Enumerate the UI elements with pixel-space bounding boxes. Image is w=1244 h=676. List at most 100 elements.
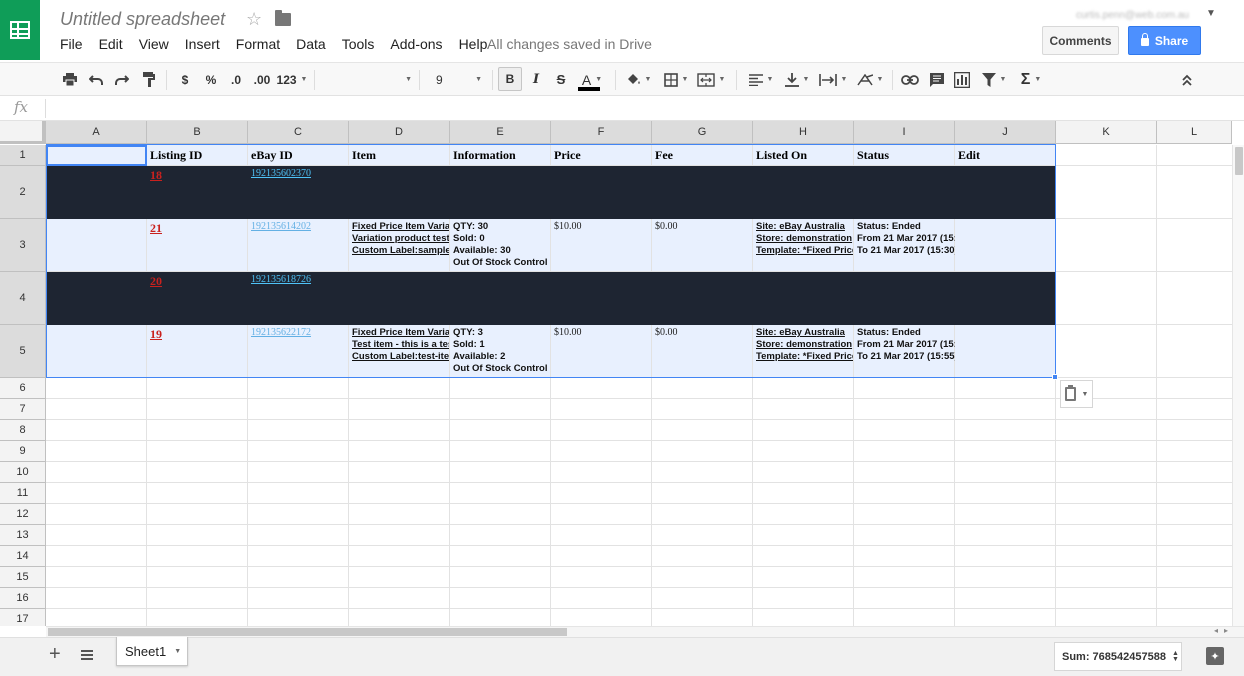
price-cell[interactable]: $10.00 — [551, 325, 652, 378]
font-size-dropdown[interactable]: 9 ▼ — [426, 63, 486, 96]
share-button[interactable]: Share — [1128, 26, 1201, 55]
column-header-k[interactable]: K — [1056, 121, 1157, 144]
functions-button[interactable]: Σ ▼ — [1014, 63, 1048, 96]
ebay-id-link[interactable]: 192135618726 — [248, 272, 349, 325]
row-header-9[interactable]: 9 — [0, 441, 46, 462]
ebay-id-link[interactable]: 192135602370 — [248, 166, 349, 219]
menu-insert[interactable]: Insert — [185, 36, 220, 52]
empty-cells-area[interactable] — [46, 378, 1232, 626]
cell-d1[interactable]: Item — [349, 145, 450, 166]
horizontal-scroll-thumb[interactable] — [48, 628, 567, 636]
chevron-down-icon[interactable]: ▼ — [174, 648, 181, 655]
text-color-button[interactable]: A ▼ — [576, 63, 608, 96]
menu-tools[interactable]: Tools — [342, 36, 375, 52]
row-header-4[interactable]: 4 — [0, 272, 46, 325]
sum-indicator[interactable]: Sum: 768542457588 ▲ ▼ — [1054, 642, 1182, 671]
information-cell[interactable]: QTY: 30 Sold: 0 Available: 30 Out Of Sto… — [450, 219, 551, 272]
row-header-16[interactable]: 16 — [0, 588, 46, 609]
column-header-j[interactable]: J — [955, 121, 1056, 144]
status-cell[interactable]: Status: Ended From 21 Mar 2017 (15:39) T… — [854, 325, 971, 378]
paint-format-icon[interactable] — [139, 63, 159, 96]
italic-button[interactable]: I — [527, 63, 545, 96]
listed-on-cell[interactable]: Site: eBay Australia Store: demonstratio… — [753, 219, 854, 272]
text-rotation-button[interactable]: ▼ — [853, 63, 887, 96]
increase-decimal-button[interactable]: .00 — [251, 63, 273, 96]
save-status[interactable]: All changes saved in Drive — [487, 36, 652, 52]
redo-icon[interactable] — [112, 63, 132, 96]
paste-options-button[interactable]: ▼ — [1060, 380, 1093, 408]
bold-button[interactable]: B — [498, 67, 522, 91]
row-header-2[interactable]: 2 — [0, 166, 46, 219]
menu-addons[interactable]: Add-ons — [390, 36, 442, 52]
cell-b1[interactable]: Listing ID — [147, 145, 248, 166]
listing-id-link[interactable]: 20 — [147, 272, 248, 325]
row-header-6[interactable]: 6 — [0, 378, 46, 399]
row-header-12[interactable]: 12 — [0, 504, 46, 525]
price-cell[interactable]: $10.00 — [551, 219, 652, 272]
decrease-decimal-button[interactable]: .0 — [226, 63, 246, 96]
document-title[interactable]: Untitled spreadsheet — [60, 9, 225, 30]
cell-a3[interactable] — [46, 219, 147, 272]
vertical-scrollbar[interactable] — [1232, 145, 1244, 626]
menu-help[interactable]: Help — [459, 36, 488, 52]
cell-h1[interactable]: Listed On — [753, 145, 854, 166]
row-header-15[interactable]: 15 — [0, 567, 46, 588]
edit-cell[interactable] — [955, 325, 1056, 378]
listed-on-cell[interactable]: Site: eBay Australia Store: demonstratio… — [753, 325, 854, 378]
row-header-5[interactable]: 5 — [0, 325, 46, 378]
row-header-3[interactable]: 3 — [0, 219, 46, 272]
account-caret-icon[interactable]: ▼ — [1206, 8, 1216, 19]
print-icon[interactable] — [60, 63, 80, 96]
listing-id-link[interactable]: 21 — [147, 219, 248, 272]
menu-format[interactable]: Format — [236, 36, 280, 52]
row-header-1[interactable]: 1 — [0, 145, 46, 166]
star-icon[interactable]: ☆ — [246, 9, 262, 30]
menu-data[interactable]: Data — [296, 36, 326, 52]
cell-i1[interactable]: Status — [854, 145, 955, 166]
filter-button[interactable]: ▼ — [977, 63, 1011, 96]
comment-icon[interactable] — [927, 63, 947, 96]
row-header-7[interactable]: 7 — [0, 399, 46, 420]
folder-icon[interactable] — [275, 10, 291, 26]
account-email[interactable]: curtis.penn@web.com.au — [1076, 10, 1189, 21]
text-wrapping-button[interactable]: ▼ — [816, 63, 850, 96]
column-header-a[interactable]: A — [46, 121, 147, 144]
fee-cell[interactable]: $0.00 — [652, 219, 753, 272]
link-icon[interactable] — [899, 63, 921, 96]
cell-g1[interactable]: Fee — [652, 145, 753, 166]
row-header-13[interactable]: 13 — [0, 525, 46, 546]
select-all-corner[interactable] — [0, 121, 46, 144]
column-header-h[interactable]: H — [753, 121, 854, 144]
status-cell[interactable]: Status: Ended From 21 Mar 2017 (15:21) T… — [854, 219, 971, 272]
strikethrough-button[interactable]: S — [552, 63, 570, 96]
explore-icon[interactable]: ✦ — [1206, 647, 1224, 665]
number-format-dropdown[interactable]: 123 ▼ — [277, 63, 308, 96]
cell-j1[interactable]: Edit — [955, 145, 1056, 166]
horizontal-align-button[interactable]: ▼ — [744, 63, 778, 96]
undo-icon[interactable] — [86, 63, 106, 96]
borders-button[interactable]: ▼ — [660, 63, 692, 96]
collapse-chevron-icon[interactable] — [1176, 63, 1198, 96]
column-header-l[interactable]: L — [1157, 121, 1232, 144]
column-header-d[interactable]: D — [349, 121, 450, 144]
column-header-c[interactable]: C — [248, 121, 349, 144]
menu-edit[interactable]: Edit — [99, 36, 123, 52]
sheets-logo[interactable] — [0, 0, 40, 60]
fill-handle[interactable] — [1052, 374, 1058, 380]
chart-icon[interactable] — [952, 63, 972, 96]
item-cell[interactable]: Fixed Price Item Variation Test item - t… — [349, 325, 450, 378]
information-cell[interactable]: QTY: 3 Sold: 1 Available: 2 Out Of Stock… — [450, 325, 551, 378]
active-cell[interactable] — [46, 145, 147, 166]
row-header-11[interactable]: 11 — [0, 483, 46, 504]
merge-cells-button[interactable]: ▼ — [694, 63, 728, 96]
edit-cell[interactable] — [955, 219, 1056, 272]
item-cell[interactable]: Fixed Price Item Variation Variation pro… — [349, 219, 450, 272]
all-sheets-icon[interactable] — [81, 650, 93, 660]
cell-a5[interactable] — [46, 325, 147, 378]
listing-id-link[interactable]: 19 — [147, 325, 248, 378]
column-header-f[interactable]: F — [551, 121, 652, 144]
cell-e1[interactable]: Information — [450, 145, 551, 166]
scroll-arrows-icon[interactable]: ◂▸ — [1214, 626, 1234, 635]
ebay-id-link[interactable]: 192135614202 — [248, 219, 349, 272]
column-header-g[interactable]: G — [652, 121, 753, 144]
